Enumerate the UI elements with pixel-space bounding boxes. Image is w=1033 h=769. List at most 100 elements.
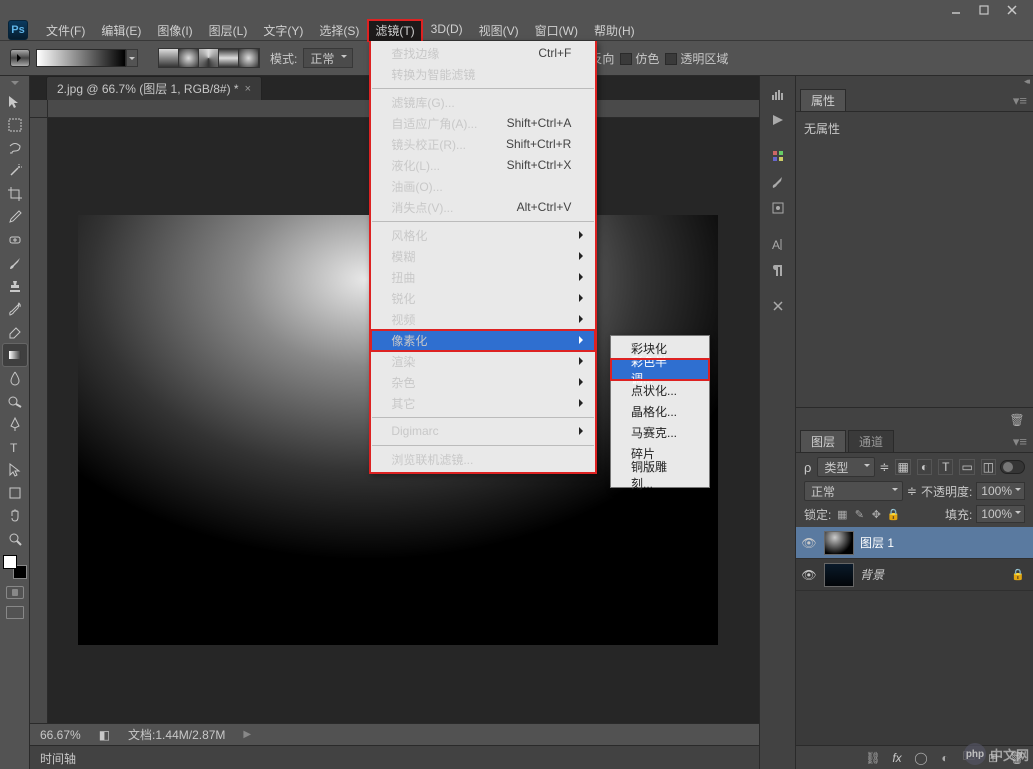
blur-tool[interactable] xyxy=(3,367,27,389)
menu-文件[interactable]: 文件(F) xyxy=(38,19,93,42)
menu-item[interactable]: 风格化 xyxy=(371,225,595,246)
menu-item[interactable]: 镜头校正(R)...Shift+Ctrl+R xyxy=(371,134,595,155)
dock-brush-icon[interactable] xyxy=(765,170,791,194)
menu-item[interactable]: 杂色 xyxy=(371,372,595,393)
status-menu-arrow[interactable]: ▶ xyxy=(243,729,251,740)
link-layers-icon[interactable]: ⛓ xyxy=(865,750,881,766)
eraser-tool[interactable] xyxy=(3,321,27,343)
layer-thumbnail[interactable] xyxy=(824,563,854,587)
gradient-radial[interactable] xyxy=(179,49,199,67)
submenu-item[interactable]: 点状化... xyxy=(611,380,709,401)
crop-tool[interactable] xyxy=(3,183,27,205)
hand-tool[interactable] xyxy=(3,505,27,527)
gradient-reflected[interactable] xyxy=(219,49,239,67)
submenu-item[interactable]: 铜版雕刻... xyxy=(611,464,709,485)
timeline-tab[interactable]: 时间轴 xyxy=(40,752,76,766)
lasso-tool[interactable] xyxy=(3,137,27,159)
filter-smart-icon[interactable]: ◫ xyxy=(981,459,996,475)
menu-滤镜[interactable]: 滤镜(T)查找边缘Ctrl+F转换为智能滤镜滤镜库(G)...自适应广角(A).… xyxy=(367,19,422,42)
path-selection-tool[interactable] xyxy=(3,459,27,481)
menu-item[interactable]: 消失点(V)...Alt+Ctrl+V xyxy=(371,197,595,218)
status-icon[interactable]: ◧ xyxy=(99,728,110,742)
eyedropper-tool[interactable] xyxy=(3,206,27,228)
dock-actions-icon[interactable] xyxy=(765,294,791,318)
menu-文字[interactable]: 文字(Y) xyxy=(255,19,311,42)
brush-tool[interactable] xyxy=(3,252,27,274)
tab-properties[interactable]: 属性 xyxy=(800,89,846,111)
timeline-panel[interactable]: 时间轴 xyxy=(30,745,759,769)
move-tool[interactable] xyxy=(3,91,27,113)
gradient-angle[interactable] xyxy=(199,49,219,67)
maximize-button[interactable] xyxy=(971,3,997,17)
minimize-button[interactable] xyxy=(943,3,969,17)
marquee-tool[interactable] xyxy=(3,114,27,136)
layer-mask-icon[interactable]: ◯ xyxy=(913,750,929,766)
zoom-tool[interactable] xyxy=(3,528,27,550)
dock-navigator-icon[interactable] xyxy=(765,108,791,132)
quick-mask-toggle[interactable] xyxy=(6,586,24,599)
menu-3d[interactable]: 3D(D) xyxy=(423,19,471,42)
dock-styles-icon[interactable] xyxy=(765,196,791,220)
opacity-input[interactable]: 100% xyxy=(976,482,1025,500)
lock-pixels-icon[interactable]: ✎ xyxy=(852,507,866,521)
dock-character-icon[interactable]: A xyxy=(765,232,791,256)
gradient-tool[interactable] xyxy=(3,344,27,366)
menu-item[interactable]: 像素化 xyxy=(371,330,595,351)
menu-视图[interactable]: 视图(V) xyxy=(471,19,527,42)
menu-item[interactable]: 渲染 xyxy=(371,351,595,372)
close-button[interactable] xyxy=(999,3,1025,17)
magic-wand-tool[interactable] xyxy=(3,160,27,182)
zoom-level[interactable]: 66.67% xyxy=(40,728,81,742)
menu-帮助[interactable]: 帮助(H) xyxy=(586,19,643,42)
adjustment-layer-icon[interactable]: ◐ xyxy=(937,750,953,766)
panel-menu-icon[interactable]: ▾≡ xyxy=(1007,91,1033,111)
layer-filter-type[interactable]: 类型 xyxy=(817,457,875,477)
menu-图像[interactable]: 图像(I) xyxy=(149,19,200,42)
menu-item[interactable]: 液化(L)...Shift+Ctrl+X xyxy=(371,155,595,176)
transparency-checkbox[interactable]: 透明区域 xyxy=(665,50,728,67)
new-layer-icon[interactable]: ⊞ xyxy=(985,750,1001,766)
dither-checkbox[interactable]: 仿色 xyxy=(620,50,659,67)
toolbox-expand[interactable] xyxy=(0,80,29,90)
panel-menu-icon[interactable]: ▾≡ xyxy=(1007,432,1033,452)
gradient-preview[interactable] xyxy=(36,49,126,67)
document-tab[interactable]: 2.jpg @ 66.7% (图层 1, RGB/8#) * × xyxy=(46,76,262,100)
filter-pixel-icon[interactable]: ▦ xyxy=(895,459,910,475)
menu-item[interactable]: 其它 xyxy=(371,393,595,414)
menu-item[interactable]: 浏览联机滤镜... xyxy=(371,449,595,470)
document-tab-close[interactable]: × xyxy=(245,83,251,95)
menu-item[interactable]: 视频 xyxy=(371,309,595,330)
menu-选择[interactable]: 选择(S) xyxy=(311,19,367,42)
screen-mode-toggle[interactable] xyxy=(6,606,24,619)
visibility-eye-icon[interactable]: 👁 xyxy=(800,566,818,584)
stamp-tool[interactable] xyxy=(3,275,27,297)
mode-select[interactable]: 正常 xyxy=(303,48,353,68)
gradient-diamond[interactable] xyxy=(239,49,259,67)
dock-paragraph-icon[interactable] xyxy=(765,258,791,282)
layer-row[interactable]: 👁图层 1 xyxy=(796,527,1033,559)
gradient-linear[interactable] xyxy=(159,49,179,67)
menu-item[interactable]: 锐化 xyxy=(371,288,595,309)
tool-preset-picker[interactable] xyxy=(10,49,30,67)
layer-fx-icon[interactable]: fx xyxy=(889,750,905,766)
lock-position-icon[interactable]: ✥ xyxy=(869,507,883,521)
tab-layers[interactable]: 图层 xyxy=(800,430,846,452)
tab-channels[interactable]: 通道 xyxy=(848,430,894,452)
visibility-eye-icon[interactable]: 👁 xyxy=(800,534,818,552)
menu-item[interactable]: 模糊 xyxy=(371,246,595,267)
menu-item[interactable]: 扭曲 xyxy=(371,267,595,288)
filter-adjust-icon[interactable]: ◐ xyxy=(917,459,932,475)
dodge-tool[interactable] xyxy=(3,390,27,412)
blend-mode-select[interactable]: 正常 xyxy=(804,481,903,501)
lock-transparency-icon[interactable]: ▦ xyxy=(835,507,849,521)
menu-item[interactable]: Digimarc xyxy=(371,421,595,442)
menu-item[interactable]: 自适应广角(A)...Shift+Ctrl+A xyxy=(371,113,595,134)
pen-tool[interactable] xyxy=(3,413,27,435)
menu-item[interactable]: 油画(O)... xyxy=(371,176,595,197)
menu-item[interactable]: 滤镜库(G)... xyxy=(371,92,595,113)
layer-group-icon[interactable]: 🗀 xyxy=(961,750,977,766)
submenu-item[interactable]: 晶格化... xyxy=(611,401,709,422)
healing-tool[interactable] xyxy=(3,229,27,251)
layer-row[interactable]: 👁背景🔒 xyxy=(796,559,1033,591)
color-swatches[interactable] xyxy=(3,555,27,579)
